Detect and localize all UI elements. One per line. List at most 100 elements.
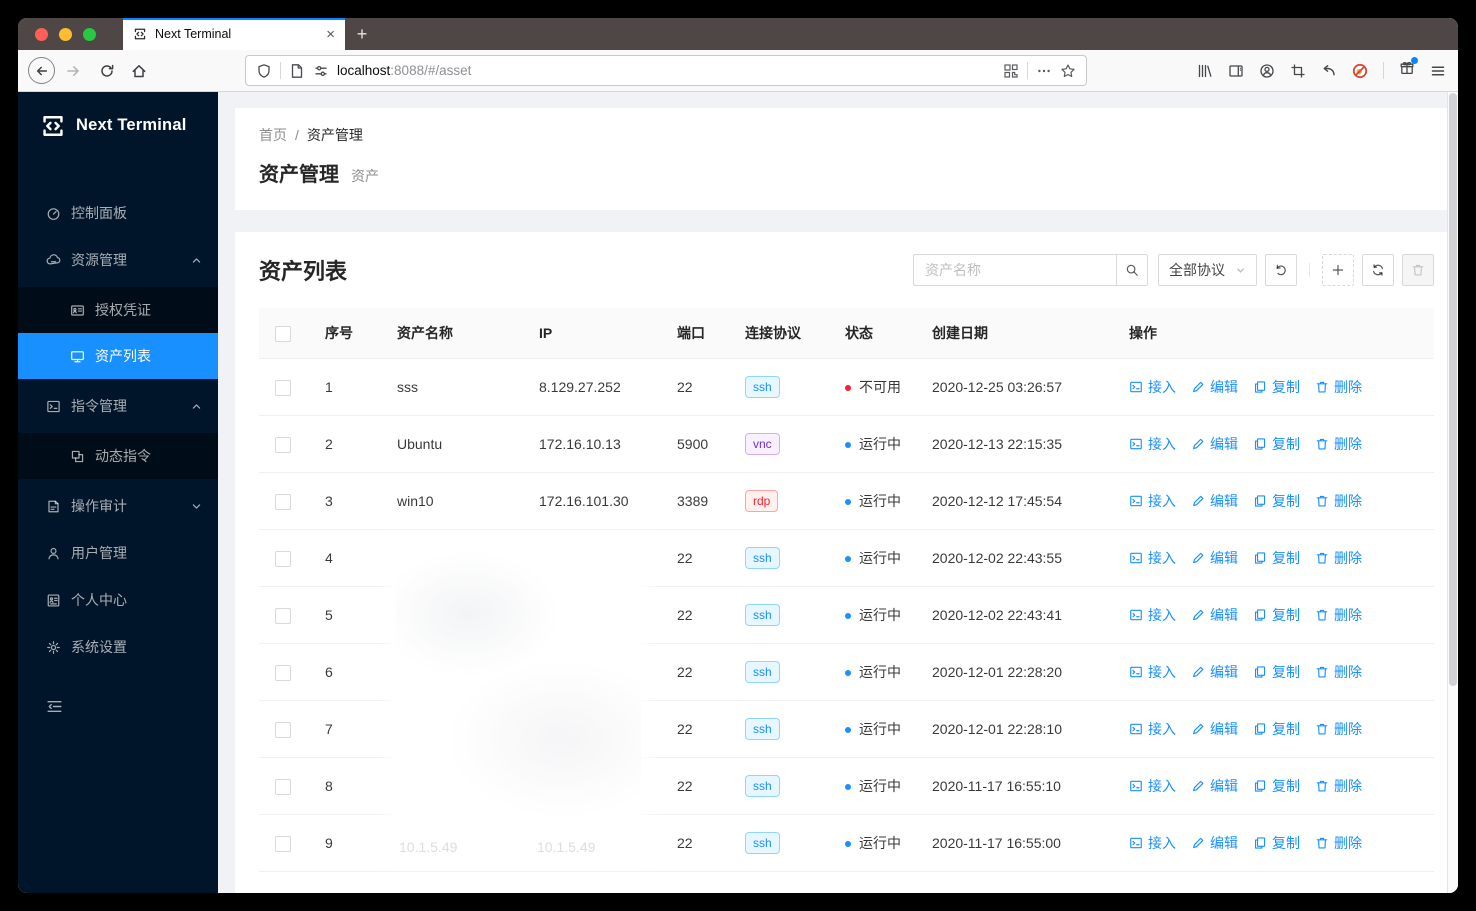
reset-button[interactable] <box>1265 254 1297 286</box>
url-bar[interactable]: localhost:8088/#/asset <box>245 55 1087 86</box>
copy-link[interactable]: 复制 <box>1253 719 1300 739</box>
row-checkbox[interactable] <box>275 379 291 396</box>
whats-new-gift-icon[interactable] <box>1399 57 1418 81</box>
reload-button[interactable] <box>93 57 121 85</box>
edit-link[interactable]: 编辑 <box>1191 833 1238 853</box>
sidebar-item-settings[interactable]: 系统设置 <box>18 627 218 667</box>
protocol-cell: ssh <box>729 358 829 416</box>
copy-link[interactable]: 复制 <box>1253 491 1300 511</box>
delete-link[interactable]: 删除 <box>1315 548 1362 568</box>
status-cell: 运行中 <box>829 586 916 644</box>
permissions-icon[interactable] <box>313 63 329 79</box>
sidebar-item-credential[interactable]: 授权凭证 <box>18 287 218 333</box>
qr-code-icon[interactable] <box>1003 63 1019 79</box>
sidebar-item-user-mgmt[interactable]: 用户管理 <box>18 533 218 573</box>
privacy-blur-overlay: 10.1.5.49 10.1.5.49 <box>395 545 641 858</box>
shield-icon[interactable] <box>256 63 272 79</box>
bookmark-star-icon[interactable] <box>1060 63 1076 79</box>
access-link[interactable]: 接入 <box>1129 377 1176 397</box>
row-checkbox[interactable] <box>275 607 291 624</box>
row-checkbox[interactable] <box>275 550 291 567</box>
edit-link[interactable]: 编辑 <box>1191 548 1238 568</box>
hamburger-menu-icon[interactable] <box>1430 63 1446 79</box>
delete-link[interactable]: 删除 <box>1315 833 1362 853</box>
page-info-icon[interactable] <box>289 63 305 79</box>
menu-fold-button[interactable] <box>18 698 218 720</box>
delete-link[interactable]: 删除 <box>1315 776 1362 796</box>
copy-link[interactable]: 复制 <box>1253 662 1300 682</box>
access-link[interactable]: 接入 <box>1129 776 1176 796</box>
maximize-window-button[interactable] <box>83 27 96 41</box>
row-index-cell: 5 <box>309 586 381 644</box>
minimize-window-button[interactable] <box>59 27 72 41</box>
access-link[interactable]: 接入 <box>1129 434 1176 454</box>
delete-link[interactable]: 删除 <box>1315 605 1362 625</box>
row-checkbox[interactable] <box>275 721 291 738</box>
refresh-button[interactable] <box>1362 254 1394 286</box>
edit-link[interactable]: 编辑 <box>1191 377 1238 397</box>
edit-link[interactable]: 编辑 <box>1191 434 1238 454</box>
sidebar-toggle-icon[interactable] <box>1228 63 1244 79</box>
terminal-icon <box>1129 779 1143 793</box>
delete-link[interactable]: 删除 <box>1315 719 1362 739</box>
delete-link[interactable]: 删除 <box>1315 662 1362 682</box>
table-row: 1 sss 8.129.27.252 22 ssh 不可用 2020-12-25 03:26… <box>259 358 1434 416</box>
home-button[interactable] <box>125 57 153 85</box>
protocol-select[interactable]: 全部协议 <box>1158 254 1257 286</box>
account-icon[interactable] <box>1259 63 1275 79</box>
edit-link[interactable]: 编辑 <box>1191 719 1238 739</box>
delete-selected-button[interactable] <box>1402 254 1434 286</box>
new-tab-button[interactable]: + <box>345 18 379 50</box>
sidebar-item-profile[interactable]: 个人中心 <box>18 580 218 620</box>
blocker-extension-icon[interactable] <box>1352 63 1368 79</box>
row-checkbox[interactable] <box>275 436 291 453</box>
more-options-icon[interactable] <box>1036 63 1052 79</box>
undo-arrow-icon[interactable] <box>1321 63 1337 79</box>
breadcrumb-home[interactable]: 首页 <box>259 127 287 143</box>
sidebar-item-asset-list[interactable]: 资产列表 <box>18 333 218 379</box>
access-link[interactable]: 接入 <box>1129 662 1176 682</box>
close-tab-icon[interactable]: × <box>326 27 335 42</box>
forward-button[interactable] <box>59 57 87 85</box>
edit-link[interactable]: 编辑 <box>1191 662 1238 682</box>
delete-link[interactable]: 删除 <box>1315 491 1362 511</box>
url-text[interactable]: localhost:8088/#/asset <box>337 63 995 78</box>
page-scrollbar[interactable] <box>1447 92 1458 893</box>
search-input[interactable] <box>913 254 1116 286</box>
back-button[interactable] <box>28 57 55 84</box>
copy-link[interactable]: 复制 <box>1253 548 1300 568</box>
row-checkbox[interactable] <box>275 835 291 852</box>
access-link[interactable]: 接入 <box>1129 548 1176 568</box>
access-link[interactable]: 接入 <box>1129 605 1176 625</box>
copy-link[interactable]: 复制 <box>1253 776 1300 796</box>
copy-link[interactable]: 复制 <box>1253 434 1300 454</box>
sidebar-item-command-mgmt[interactable]: 指令管理 <box>18 386 218 426</box>
access-link[interactable]: 接入 <box>1129 719 1176 739</box>
delete-link[interactable]: 删除 <box>1315 377 1362 397</box>
copy-link[interactable]: 复制 <box>1253 833 1300 853</box>
scrollbar-thumb[interactable] <box>1449 93 1457 686</box>
access-link[interactable]: 接入 <box>1129 491 1176 511</box>
app-logo[interactable]: Next Terminal <box>18 92 218 159</box>
sidebar-item-dashboard[interactable]: 控制面板 <box>18 193 218 233</box>
delete-link[interactable]: 删除 <box>1315 434 1362 454</box>
sidebar-item-dynamic-command[interactable]: 动态指令 <box>18 433 218 479</box>
copy-link[interactable]: 复制 <box>1253 605 1300 625</box>
browser-tab[interactable]: Next Terminal × <box>123 18 345 50</box>
edit-link[interactable]: 编辑 <box>1191 491 1238 511</box>
row-checkbox[interactable] <box>275 493 291 510</box>
copy-link[interactable]: 复制 <box>1253 377 1300 397</box>
search-button[interactable] <box>1116 254 1148 286</box>
sidebar-item-resource[interactable]: 资源管理 <box>18 240 218 280</box>
sidebar-item-audit[interactable]: 操作审计 <box>18 486 218 526</box>
edit-link[interactable]: 编辑 <box>1191 776 1238 796</box>
edit-link[interactable]: 编辑 <box>1191 605 1238 625</box>
access-link[interactable]: 接入 <box>1129 833 1176 853</box>
row-checkbox[interactable] <box>275 778 291 795</box>
library-icon[interactable] <box>1197 63 1213 79</box>
select-all-checkbox[interactable] <box>275 325 291 342</box>
row-checkbox[interactable] <box>275 664 291 681</box>
close-window-button[interactable] <box>35 27 48 41</box>
add-asset-button[interactable] <box>1322 254 1354 286</box>
screenshot-icon[interactable] <box>1290 63 1306 79</box>
